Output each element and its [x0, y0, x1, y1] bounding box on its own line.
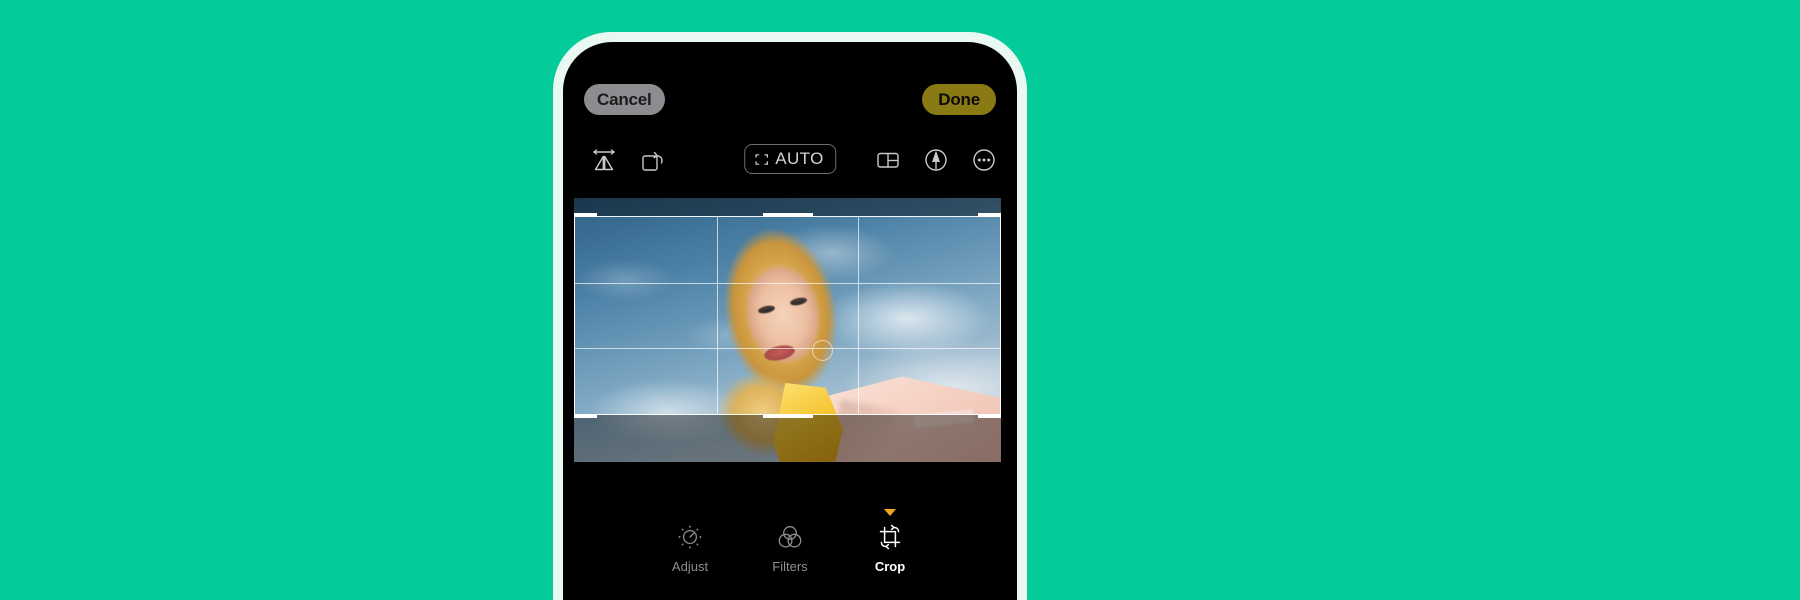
- auto-frame-icon: [755, 153, 768, 165]
- tab-crop[interactable]: Crop: [859, 509, 921, 574]
- tab-adjust[interactable]: Adjust: [659, 509, 721, 574]
- auto-button[interactable]: AUTO: [744, 144, 836, 174]
- photo-image: [574, 198, 1001, 472]
- tab-label-adjust: Adjust: [671, 559, 709, 574]
- photo-stage: [563, 198, 1017, 472]
- tab-label-crop: Crop: [874, 559, 906, 574]
- aspect-ratio-icon[interactable]: [871, 143, 905, 177]
- tab-label-filters: Filters: [772, 559, 808, 574]
- tab-filters[interactable]: Filters: [759, 509, 821, 574]
- phone-frame: Cancel Done AUTO Adjust Filters Crop: [553, 32, 1027, 600]
- tab-indicator-crop: [884, 509, 896, 516]
- flip-horizontal-icon[interactable]: [587, 143, 621, 177]
- auto-label: AUTO: [775, 149, 824, 168]
- editor-tab-list: Adjust Filters Crop: [563, 509, 1017, 574]
- crop-rotate-icon: [875, 522, 905, 552]
- more-options-icon[interactable]: [967, 143, 1001, 177]
- cancel-button[interactable]: Cancel: [584, 84, 665, 115]
- editor-tool-row: AUTO: [563, 138, 1017, 182]
- done-button[interactable]: Done: [922, 84, 996, 115]
- editor-top-bar: Cancel Done: [563, 42, 1017, 120]
- filters-circles-icon: [775, 522, 805, 552]
- markup-pen-icon[interactable]: [919, 143, 953, 177]
- editor-tab-bar: Adjust Filters Crop: [563, 462, 1017, 600]
- phone-screen: Cancel Done AUTO Adjust Filters Crop: [563, 42, 1017, 600]
- rotate-icon[interactable]: [635, 143, 669, 177]
- photo-canvas[interactable]: [574, 198, 1001, 472]
- adjust-dial-icon: [675, 522, 705, 552]
